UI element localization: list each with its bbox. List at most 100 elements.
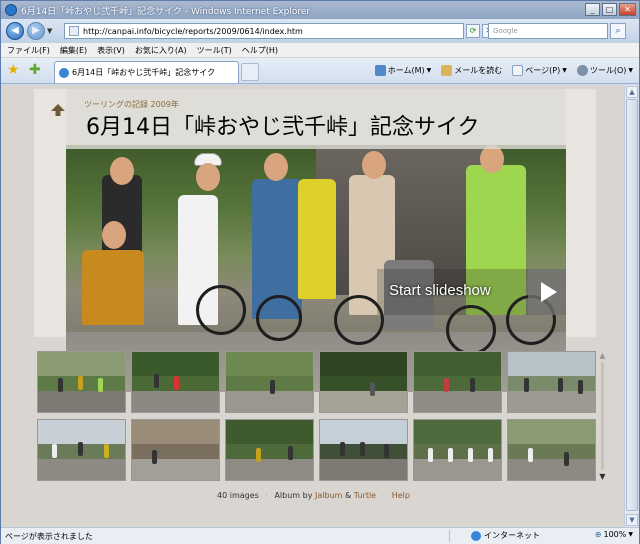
- refresh-button[interactable]: ⟳: [466, 24, 480, 38]
- photo-rider-head: [264, 153, 288, 181]
- favorites-star-icon[interactable]: ★: [7, 63, 20, 77]
- maximize-button[interactable]: □: [602, 3, 617, 16]
- home-label: ホーム(M): [387, 66, 425, 75]
- thumbnail-scroll-down-icon[interactable]: ▼: [598, 472, 607, 481]
- thumbnail[interactable]: [225, 419, 314, 481]
- photo-rider-head: [362, 151, 386, 179]
- menu-tools[interactable]: ツール(T): [197, 45, 232, 56]
- album-by-text: Album by: [274, 491, 313, 500]
- address-url: http://canpai.info/bicycle/reports/2009/…: [83, 26, 303, 36]
- menu-edit[interactable]: 編集(E): [60, 45, 87, 56]
- thumbnail[interactable]: [131, 351, 220, 413]
- amp-text: &: [344, 491, 352, 500]
- photo-rider-head: [102, 221, 126, 249]
- menu-file[interactable]: ファイル(F): [7, 45, 50, 56]
- add-favorites-icon[interactable]: ✚: [29, 63, 41, 77]
- jalbum-link[interactable]: Jalbum: [315, 491, 342, 500]
- mail-button[interactable]: メールを読む: [441, 65, 502, 76]
- menu-view[interactable]: 表示(V): [97, 45, 125, 56]
- tools-dropdown-icon: ▼: [628, 67, 633, 74]
- menu-help[interactable]: ヘルプ(H): [242, 45, 278, 56]
- turtle-link[interactable]: Turtle: [354, 491, 376, 500]
- scroll-down-icon[interactable]: ▼: [626, 514, 638, 526]
- tab-label: 6月14日「峠おやじ弐千峠」記念サイク: [72, 68, 216, 77]
- album-title-overlay: ツーリングの記録 2009年 6月14日「峠おやじ弐千峠」記念サイク: [66, 89, 566, 149]
- close-button[interactable]: ✕: [619, 3, 636, 16]
- footer-separator: ·: [265, 491, 268, 500]
- menu-favorites[interactable]: お気に入り(A): [135, 45, 187, 56]
- page-dropdown-icon: ▼: [562, 67, 567, 74]
- history-dropdown-icon[interactable]: ▼: [47, 27, 52, 35]
- photo-rider-head: [110, 157, 134, 185]
- thumbnail[interactable]: [413, 351, 502, 413]
- search-icon[interactable]: ⌕: [610, 23, 626, 39]
- favorites-bar: ★ ✚ 6月14日「峠おやじ弐千峠」記念サイク ホーム(M) ▼ メールを読む …: [1, 58, 639, 84]
- slideshow-label: Start slideshow: [389, 282, 491, 299]
- photo-rider: [298, 179, 336, 299]
- zoom-dropdown-icon[interactable]: ▼: [628, 531, 633, 538]
- mail-icon: [441, 65, 453, 76]
- photo-rider-head: [196, 163, 220, 191]
- status-bar: ページが表示されました インターネット ⊕ 100% ▼: [1, 527, 639, 544]
- tab-current[interactable]: 6月14日「峠おやじ弐千峠」記念サイク: [54, 61, 239, 83]
- new-tab-button[interactable]: [241, 63, 259, 81]
- minimize-button[interactable]: _: [585, 3, 600, 16]
- thumbnail-grid: [37, 351, 602, 481]
- thumbnail-scroll-track[interactable]: [601, 362, 604, 470]
- page-scrollbar[interactable]: ▲ ▼: [624, 85, 638, 527]
- thumbnail[interactable]: [319, 419, 408, 481]
- title-bar: 6月14日「峠おやじ弐千峠」記念サイク - Windows Internet E…: [1, 1, 639, 19]
- home-button[interactable]: ホーム(M) ▼: [374, 65, 432, 76]
- page-icon: [69, 26, 79, 36]
- thumbnail[interactable]: [413, 419, 502, 481]
- address-input[interactable]: http://canpai.info/bicycle/reports/2009/…: [64, 23, 464, 39]
- thumbnail[interactable]: [507, 351, 596, 413]
- ie-icon: [5, 4, 17, 16]
- zoom-level: 100%: [603, 530, 627, 539]
- scroll-up-icon[interactable]: ▲: [626, 86, 638, 98]
- page-menu-label: ページ(P): [525, 66, 561, 75]
- footer-separator: ·: [382, 491, 386, 500]
- menu-bar: ファイル(F) 編集(E) 表示(V) お気に入り(A) ツール(T) ヘルプ(…: [1, 43, 639, 58]
- zoom-icon: ⊕: [594, 530, 602, 539]
- thumbnail[interactable]: [319, 351, 408, 413]
- status-divider: [449, 530, 450, 542]
- security-zone[interactable]: インターネット: [471, 530, 540, 541]
- photo-rider: [82, 250, 144, 325]
- zone-label: インターネット: [484, 531, 540, 540]
- start-slideshow-button[interactable]: Start slideshow: [377, 269, 566, 315]
- thumbnail[interactable]: [37, 419, 126, 481]
- photo-bike-wheel: [256, 295, 302, 341]
- page-viewport: ツーリングの記録 2009年 6月14日「峠おやじ弐千峠」記念サイク Start…: [2, 85, 625, 527]
- thumbnail-scroll-up-icon[interactable]: ▲: [598, 351, 607, 360]
- forward-button[interactable]: ▶: [27, 22, 45, 40]
- back-button[interactable]: ◀: [6, 22, 24, 40]
- page-icon-cmd: [512, 65, 524, 76]
- thumbnail[interactable]: [37, 351, 126, 413]
- gear-icon: [576, 65, 588, 76]
- album-title: 6月14日「峠おやじ弐千峠」記念サイク: [86, 115, 480, 140]
- album-footer: 40 images · Album by Jalbum & Turtle · H…: [2, 491, 625, 500]
- thumbnail-scrollbar[interactable]: ▲ ▼: [598, 351, 607, 481]
- home-dropdown-icon[interactable]: ▼: [427, 67, 432, 74]
- thumbnail[interactable]: [225, 351, 314, 413]
- globe-icon: [471, 530, 481, 541]
- zoom-control[interactable]: ⊕ 100% ▼: [595, 530, 633, 539]
- help-link[interactable]: Help: [392, 491, 410, 500]
- up-arrow-icon[interactable]: [50, 102, 66, 118]
- thumbnail[interactable]: [507, 419, 596, 481]
- status-text: ページが表示されました: [5, 531, 93, 541]
- browser-window: 6月14日「峠おやじ弐千峠」記念サイク - Windows Internet E…: [0, 0, 640, 544]
- tools-menu-label: ツール(O): [589, 66, 627, 75]
- play-icon: [528, 269, 566, 315]
- home-icon: [374, 65, 386, 76]
- thumbnail[interactable]: [131, 419, 220, 481]
- search-input[interactable]: Google: [488, 23, 608, 39]
- tools-menu-button[interactable]: ツール(O) ▼: [576, 65, 633, 76]
- scroll-thumb[interactable]: [626, 99, 638, 511]
- page-menu-button[interactable]: ページ(P) ▼: [512, 65, 567, 76]
- tab-ie-icon: [59, 67, 69, 78]
- image-count: 40 images: [217, 491, 259, 500]
- address-toolbar: ◀ ▶ ▼ http://canpai.info/bicycle/reports…: [1, 19, 639, 43]
- photo-bike-wheel: [196, 285, 246, 335]
